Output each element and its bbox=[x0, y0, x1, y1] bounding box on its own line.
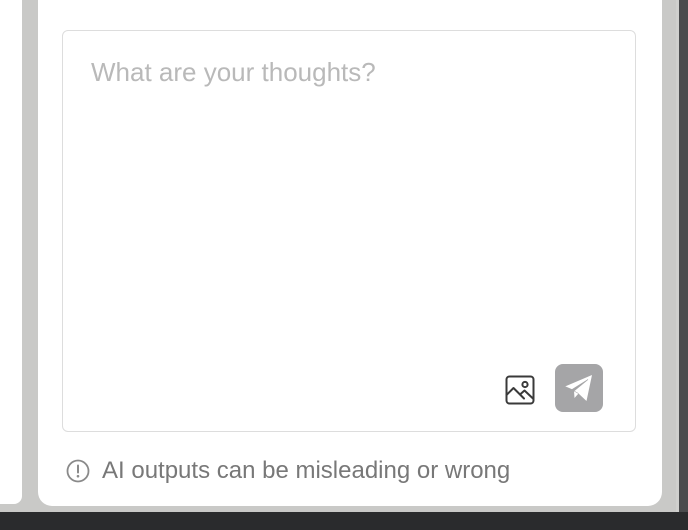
info-circle-icon bbox=[66, 459, 90, 483]
window-edge-bottom bbox=[0, 512, 688, 530]
ai-disclaimer: AI outputs can be misleading or wrong bbox=[66, 456, 510, 486]
comment-input[interactable] bbox=[91, 57, 611, 357]
send-button[interactable] bbox=[555, 364, 603, 412]
background-panel-left bbox=[0, 0, 22, 504]
disclaimer-text: AI outputs can be misleading or wrong bbox=[102, 457, 511, 484]
comment-composer bbox=[62, 30, 636, 432]
image-icon bbox=[505, 375, 535, 405]
window-edge-right bbox=[676, 0, 688, 512]
send-icon bbox=[564, 375, 592, 401]
attach-image-button[interactable] bbox=[503, 373, 537, 407]
